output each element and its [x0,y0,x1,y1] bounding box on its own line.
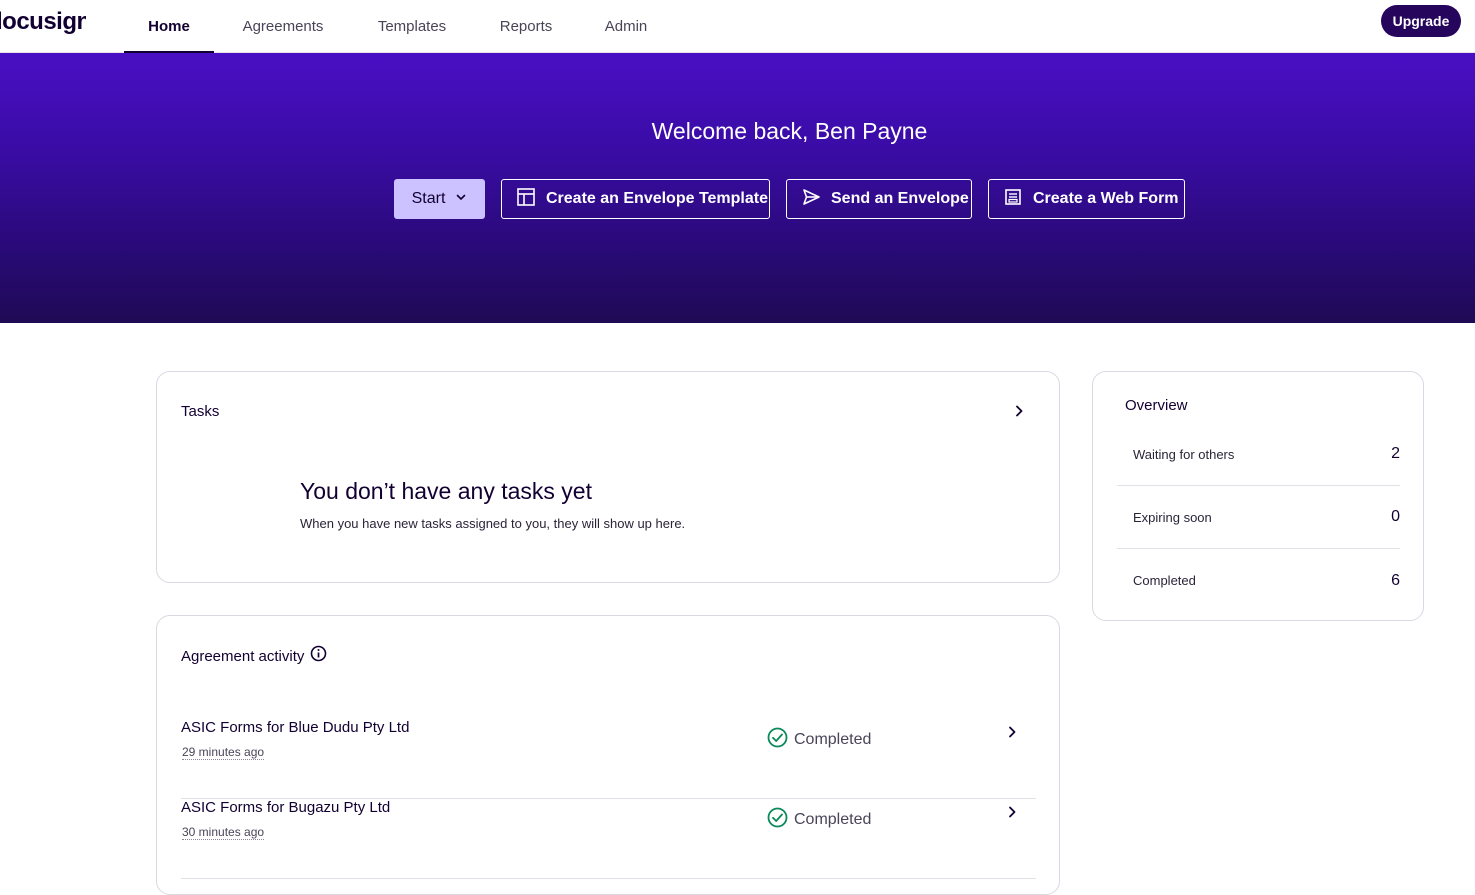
agreement-title: ASIC Forms for Bugazu Pty Ltd [181,799,391,816]
button-label: Create an Envelope Template [546,190,768,207]
logo-text: docusign [0,8,86,35]
activity-title: Agreement activity [181,647,305,665]
overview-item-completed[interactable]: Completed 6 [1117,549,1400,612]
overview-title: Overview [1125,397,1188,414]
activity-header: Agreement activity [181,645,327,667]
upgrade-button[interactable]: Upgrade [1381,5,1461,37]
tasks-card: Tasks You don’t have any tasks yet When … [156,371,1060,583]
agreement-title: ASIC Forms for Blue Dudu Pty Ltd [181,719,410,736]
nav-tab-label: Admin [604,18,648,35]
chevron-right-icon[interactable] [1005,804,1019,825]
send-envelope-button[interactable]: Send an Envelope [786,179,972,219]
activity-row[interactable]: ASIC Forms for Blue Dudu Pty Ltd 29 minu… [181,719,1036,799]
nav-tab-agreements[interactable]: Agreements [228,0,338,53]
docusign-logo[interactable]: docusign [0,8,86,36]
tasks-empty-title: You don’t have any tasks yet [300,478,592,504]
status-label: Completed [794,731,872,748]
status-label: Completed [794,811,872,828]
overview-item-waiting-for-others[interactable]: Waiting for others 2 [1117,423,1400,486]
chevron-down-icon [455,190,467,208]
overview-item-label: Waiting for others [1133,446,1235,462]
overview-item-count: 2 [1391,445,1400,462]
nav-tab-label: Home [148,18,190,35]
check-circle-icon [767,727,788,753]
top-navigation: docusign Home Agreements Templates Repor… [0,0,1475,54]
status-badge: Completed [767,727,871,753]
nav-tab-label: Reports [499,18,553,35]
overview-item-label: Expiring soon [1133,509,1212,525]
create-envelope-template-button[interactable]: Create an Envelope Template [501,179,770,219]
welcome-heading: Welcome back, Ben Payne [651,118,928,144]
status-badge: Completed [767,807,871,833]
overview-item-expiring-soon[interactable]: Expiring soon 0 [1117,486,1400,549]
button-label: Create a Web Form [1033,190,1179,207]
tasks-empty-subtitle: When you have new tasks assigned to you,… [300,516,686,531]
start-dropdown-button[interactable]: Start [394,179,485,219]
nav-tab-reports[interactable]: Reports [486,0,566,53]
template-icon [516,187,536,212]
overview-item-count: 0 [1391,508,1400,525]
agreement-timestamp: 30 minutes ago [182,825,265,840]
nav-tab-admin[interactable]: Admin [592,0,660,53]
button-label: Send an Envelope [831,190,969,207]
web-form-icon [1003,187,1023,212]
nav-tab-label: Templates [377,18,447,35]
chevron-right-icon[interactable] [1012,403,1026,424]
nav-tab-label: Agreements [242,18,324,35]
tasks-title: Tasks [181,403,220,420]
chevron-right-icon[interactable] [1005,724,1019,745]
info-icon[interactable] [310,645,327,667]
check-circle-icon [767,807,788,833]
overview-card: Overview Waiting for others 2 Expiring s… [1092,371,1424,621]
create-web-form-button[interactable]: Create a Web Form [988,179,1185,219]
overview-item-label: Completed [1133,573,1196,588]
nav-tab-home[interactable]: Home [124,0,214,54]
start-label: Start [411,190,446,207]
activity-row[interactable]: ASIC Forms for Bugazu Pty Ltd 30 minutes… [181,799,1036,879]
agreement-activity-card: Agreement activity ASIC Forms for Blue D… [156,615,1060,895]
agreement-timestamp: 29 minutes ago [182,745,265,760]
send-icon [801,187,821,212]
nav-tab-templates[interactable]: Templates [362,0,462,53]
overview-item-count: 6 [1391,571,1400,589]
welcome-banner: Welcome back, Ben Payne Start Create an … [0,53,1475,323]
